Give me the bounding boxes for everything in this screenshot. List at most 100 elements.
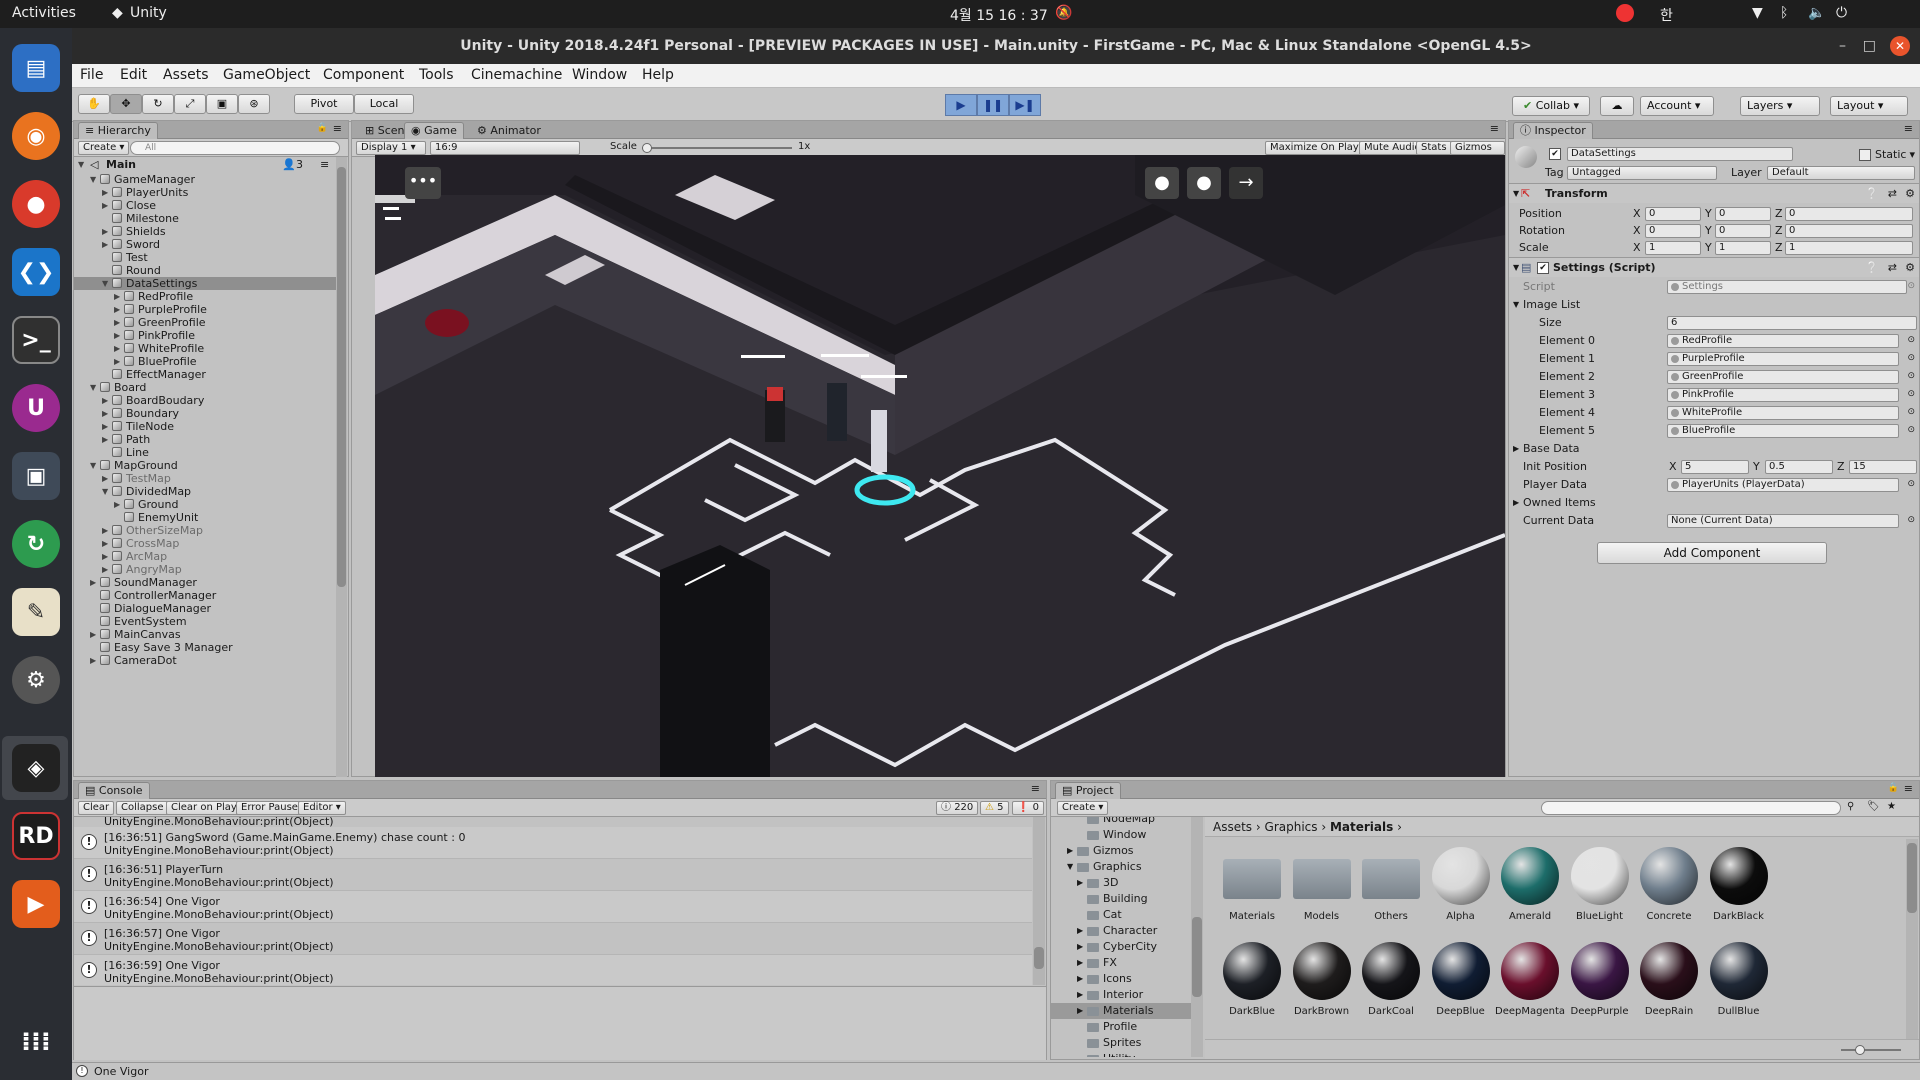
material-asset[interactable]: BlueLight: [1565, 847, 1635, 937]
bluetooth-icon[interactable]: ᛒ: [1780, 5, 1788, 21]
panel-menu-icon[interactable]: ≡: [1904, 122, 1913, 135]
folder-tree-item[interactable]: ▶ Gizmos: [1051, 843, 1191, 859]
folder-tree-item[interactable]: Profile: [1051, 1019, 1191, 1035]
rider-icon[interactable]: RD: [12, 812, 60, 860]
y-field[interactable]: 0: [1715, 224, 1771, 238]
more-options-icon[interactable]: •••: [405, 167, 441, 199]
folder-tree-item[interactable]: NodeMap: [1051, 817, 1191, 827]
object-picker-icon[interactable]: ⊙: [1907, 332, 1915, 349]
hierarchy-item[interactable]: ▶ RedProfile: [74, 290, 338, 303]
vscode-icon[interactable]: ❮❯: [12, 248, 60, 296]
hierarchy-item[interactable]: ▼ DividedMap: [74, 485, 338, 498]
material-asset[interactable]: DeepMagenta: [1495, 942, 1565, 1032]
current-data-field[interactable]: None (Current Data): [1667, 514, 1899, 528]
expand-arrow-icon[interactable]: ▶: [102, 407, 108, 420]
hierarchy-item[interactable]: EventSystem: [74, 615, 338, 628]
panel-menu-icon[interactable]: ≡: [1490, 122, 1499, 135]
hierarchy-item[interactable]: ▶ PinkProfile: [74, 329, 338, 342]
expand-arrow-icon[interactable]: ▶: [114, 498, 120, 511]
log-entry[interactable]: ! [16:36:51] PlayerTurn UnityEngine.MonoBe…: [74, 859, 1032, 891]
material-asset[interactable]: DeepPurple: [1565, 942, 1635, 1032]
x-field[interactable]: 0: [1645, 224, 1701, 238]
z-field[interactable]: 1: [1785, 241, 1913, 255]
expand-arrow-icon[interactable]: ▶: [1077, 971, 1083, 987]
pivot-toggle[interactable]: Pivot: [294, 94, 354, 114]
element-object-field[interactable]: PurpleProfile: [1667, 352, 1899, 366]
element-object-field[interactable]: GreenProfile: [1667, 370, 1899, 384]
volume-icon[interactable]: 🔈: [1808, 5, 1825, 21]
hierarchy-item[interactable]: ▶ SoundManager: [74, 576, 338, 589]
scale-slider-knob[interactable]: [642, 143, 652, 153]
object-name-field[interactable]: DataSettings: [1567, 147, 1793, 161]
hierarchy-item[interactable]: Easy Save 3 Manager: [74, 641, 338, 654]
chrome-icon[interactable]: ●: [12, 180, 60, 228]
x-field[interactable]: 0: [1645, 207, 1701, 221]
expand-arrow-icon[interactable]: ▶: [90, 628, 96, 641]
hierarchy-item[interactable]: EffectManager: [74, 368, 338, 381]
scale-tool-icon[interactable]: ⤢: [174, 94, 206, 114]
filter-type-icon[interactable]: ⚲: [1847, 801, 1854, 812]
info-count-toggle[interactable]: ⓘ 220: [936, 801, 979, 815]
menu-file[interactable]: File: [80, 67, 103, 83]
hierarchy-item[interactable]: ▶ MainCanvas: [74, 628, 338, 641]
material-asset[interactable]: Concrete: [1634, 847, 1704, 937]
console-error-pause-toggle[interactable]: Error Pause: [236, 801, 303, 815]
folder-tree-item[interactable]: ▶ Interior: [1051, 987, 1191, 1003]
material-asset[interactable]: Amerald: [1495, 847, 1565, 937]
hierarchy-item[interactable]: ▶ AngryMap: [74, 563, 338, 576]
layers-dropdown[interactable]: Layers ▾: [1740, 96, 1820, 116]
favorite-star-icon[interactable]: ★: [1887, 801, 1896, 812]
chevron-down-icon[interactable]: ▾: [1909, 148, 1915, 161]
console-collapse-toggle[interactable]: Collapse: [116, 801, 169, 815]
folder-tree-item[interactable]: ▼ Graphics: [1051, 859, 1191, 875]
maximize-button[interactable]: □: [1863, 28, 1876, 64]
static-checkbox[interactable]: [1859, 149, 1871, 161]
collapse-arrow-icon[interactable]: ▼: [102, 277, 108, 290]
hierarchy-item[interactable]: ▶ Path: [74, 433, 338, 446]
y-field[interactable]: 1: [1715, 241, 1771, 255]
expand-arrow-icon[interactable]: ▶: [102, 472, 108, 485]
show-applications-icon[interactable]: ⁞⁞⁞: [12, 1018, 60, 1066]
preset-icon[interactable]: ⇄: [1888, 258, 1897, 278]
menu-component[interactable]: Component: [323, 67, 404, 83]
menu-tools[interactable]: Tools: [419, 67, 454, 83]
tab-inspector[interactable]: ⓘ Inspector: [1513, 122, 1593, 139]
expand-arrow-icon[interactable]: ▶: [114, 316, 120, 329]
files-icon[interactable]: ▤: [12, 44, 60, 92]
lock-icon[interactable]: 🔒: [1888, 783, 1899, 793]
size-field[interactable]: 6: [1667, 316, 1917, 330]
object-picker-icon[interactable]: ⊙: [1907, 404, 1915, 421]
hierarchy-item[interactable]: Test: [74, 251, 338, 264]
tab-hierarchy[interactable]: ≡ Hierarchy: [78, 122, 158, 139]
tab-project[interactable]: ▤ Project: [1055, 782, 1121, 799]
panel-menu-icon[interactable]: ≡: [1904, 782, 1913, 795]
hierarchy-item[interactable]: ▼ Board: [74, 381, 338, 394]
unity-app-icon[interactable]: ◆: [112, 5, 123, 21]
menu-gameobject[interactable]: GameObject: [223, 67, 310, 83]
rect-tool-icon[interactable]: ▣: [206, 94, 238, 114]
hierarchy-item[interactable]: ▶ BlueProfile: [74, 355, 338, 368]
hierarchy-search-input[interactable]: All: [130, 141, 340, 155]
slider-knob[interactable]: [1855, 1045, 1865, 1055]
clock[interactable]: 4월 15 16 : 37: [950, 5, 1048, 25]
element-object-field[interactable]: RedProfile: [1667, 334, 1899, 348]
log-entry[interactable]: ! [16:36:54] One Vigor UnityEngine.MonoBeh…: [74, 891, 1032, 923]
hierarchy-item[interactable]: ▶ GreenProfile: [74, 316, 338, 329]
stats-toggle[interactable]: Stats: [1416, 141, 1452, 155]
material-asset[interactable]: DarkCoal: [1356, 942, 1426, 1032]
record-icon[interactable]: ●: [1145, 167, 1179, 199]
expand-arrow-icon[interactable]: ▶: [102, 550, 108, 563]
expand-arrow-icon[interactable]: ▶: [102, 420, 108, 433]
hand-tool-icon[interactable]: ✋: [78, 94, 110, 114]
folder-tree-item[interactable]: ▶ Icons: [1051, 971, 1191, 987]
settings-icon[interactable]: ⚙: [12, 656, 60, 704]
tab-game[interactable]: ◉ Game: [404, 122, 464, 139]
gear-icon[interactable]: ⚙: [1905, 184, 1915, 204]
object-picker-icon[interactable]: ⊙: [1907, 368, 1915, 385]
collab-dropdown[interactable]: ✔ Collab ▾: [1512, 96, 1590, 116]
power-icon[interactable]: ⏻: [1836, 5, 1847, 21]
menu-window[interactable]: Window: [572, 67, 627, 83]
hierarchy-item[interactable]: ▼ GameManager: [74, 173, 338, 186]
log-entry[interactable]: ! [16:36:51] GangSword (Game.MainGame.Ene…: [74, 827, 1032, 859]
hierarchy-item[interactable]: ▼ MapGround: [74, 459, 338, 472]
